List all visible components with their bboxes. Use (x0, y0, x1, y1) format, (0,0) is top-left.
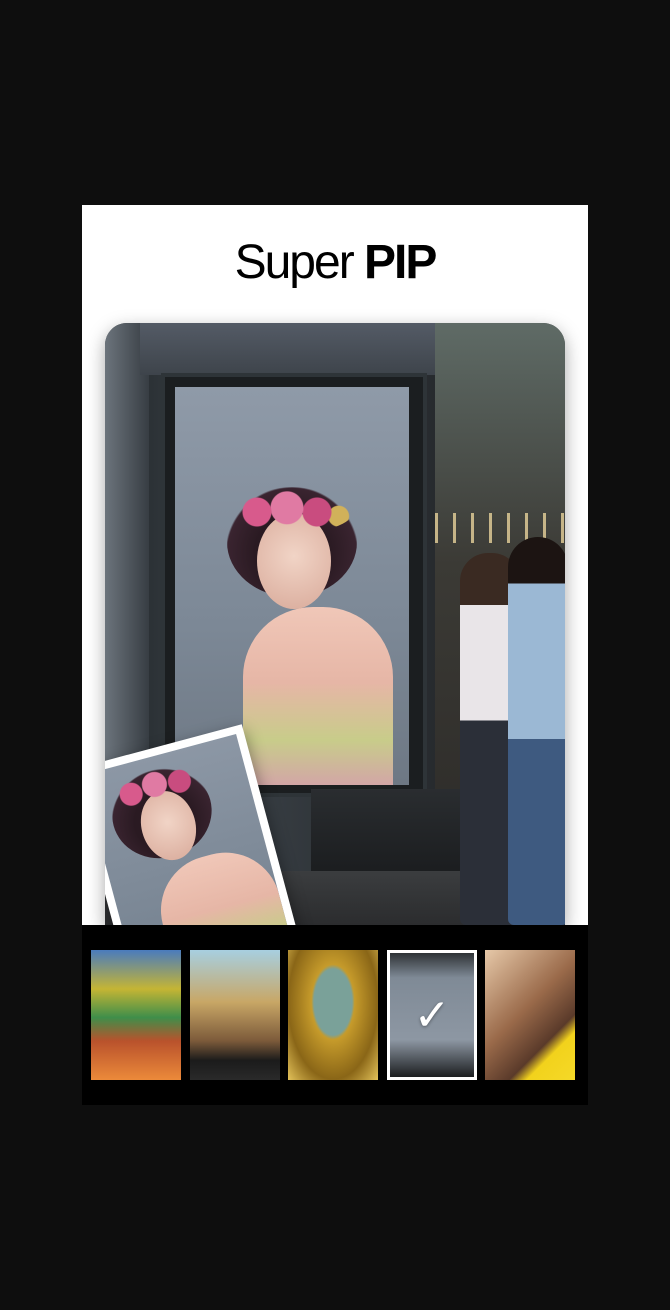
template-thumbnail-selected[interactable]: ✓ (387, 950, 477, 1080)
title-thin: Super (234, 236, 355, 289)
app-title: Super PIP (82, 235, 588, 290)
template-thumbnail[interactable] (190, 950, 280, 1080)
title-bold: PIP (364, 236, 437, 289)
pedestrian (508, 537, 565, 925)
template-thumbnail[interactable] (91, 950, 181, 1080)
template-filmstrip: ✓ (82, 925, 588, 1105)
promo-card: Super PIP ✓ (82, 205, 588, 1105)
checkmark-icon: ✓ (413, 989, 451, 1041)
template-thumbnail[interactable] (288, 950, 378, 1080)
billboard-photo (175, 387, 409, 785)
template-thumbnail[interactable] (485, 950, 575, 1080)
preview-image (105, 323, 565, 925)
